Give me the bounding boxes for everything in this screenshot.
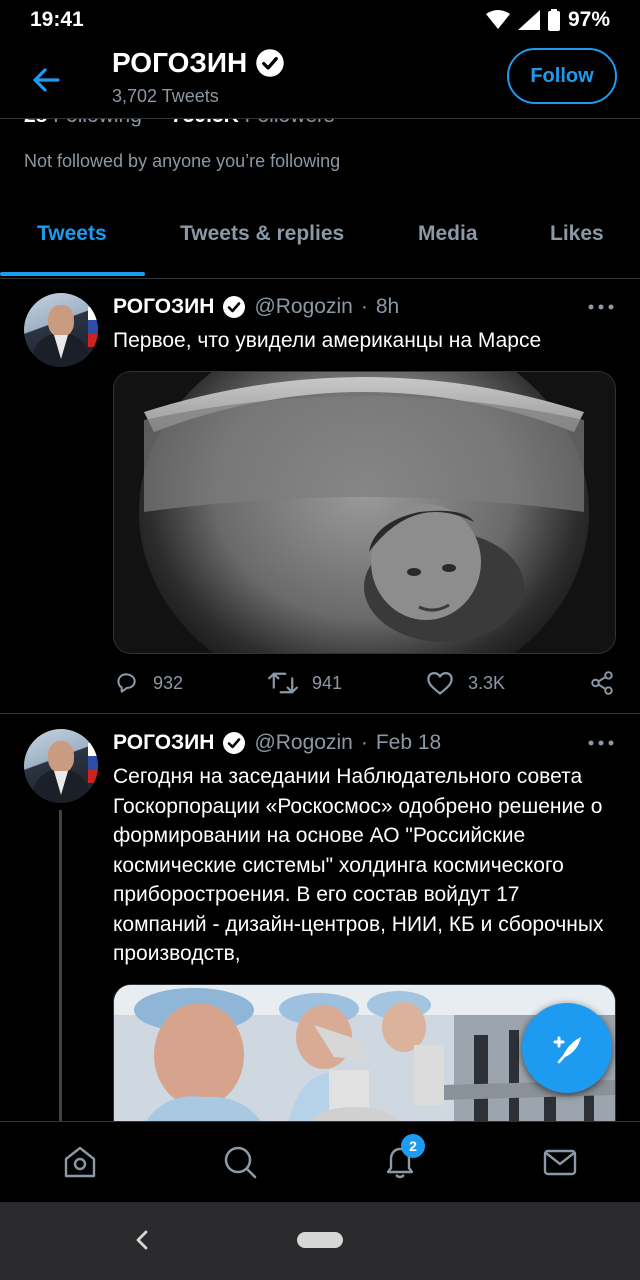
tweet-author-name[interactable]: РОГОЗИН bbox=[113, 295, 214, 319]
reply-count: 932 bbox=[153, 672, 184, 693]
tweet-actions: 932 941 3.3K bbox=[113, 670, 619, 700]
search-icon[interactable] bbox=[220, 1142, 260, 1182]
reply-button[interactable]: 932 bbox=[113, 670, 183, 696]
like-icon bbox=[427, 671, 453, 695]
reply-icon bbox=[117, 673, 136, 693]
system-navigation-bar bbox=[0, 1202, 640, 1280]
tweet-author-name[interactable]: РОГОЗИН bbox=[113, 731, 214, 755]
retweet-count: 941 bbox=[312, 672, 343, 693]
bottom-navigation: 2 bbox=[0, 1121, 640, 1202]
like-button[interactable]: 3.3K bbox=[426, 670, 505, 696]
profile-tabs: Tweets Tweets & replies Media Likes bbox=[0, 196, 640, 279]
tweet-text: Сегодня на заседании Наблюдательного сов… bbox=[113, 765, 604, 965]
share-icon bbox=[591, 671, 613, 695]
compose-icon bbox=[553, 1036, 581, 1064]
compose-tweet-button[interactable] bbox=[522, 1003, 612, 1093]
verified-badge-icon bbox=[223, 296, 246, 318]
tweet[interactable]: РОГОЗИН @Rogozin · 8h Первое, что увидел… bbox=[0, 278, 640, 714]
status-time: 19:41 bbox=[30, 8, 84, 31]
verified-badge-icon bbox=[256, 49, 285, 77]
messages-icon[interactable] bbox=[540, 1142, 580, 1182]
tweet-handle[interactable]: @Rogozin bbox=[254, 731, 352, 755]
tweet-text: Первое, что увидели американцы на Марсе bbox=[113, 329, 542, 352]
back-arrow-icon[interactable] bbox=[28, 62, 64, 98]
wifi-icon bbox=[485, 10, 510, 29]
follow-button[interactable]: Follow bbox=[507, 48, 617, 104]
mars-photo bbox=[114, 372, 615, 653]
like-count: 3.3K bbox=[468, 672, 506, 693]
cellular-signal-icon bbox=[517, 10, 540, 30]
profile-header: РОГОЗИН 3,702 Tweets Follow bbox=[0, 40, 640, 119]
profile-name: РОГОЗИН bbox=[112, 47, 248, 78]
more-icon[interactable] bbox=[588, 740, 614, 746]
battery-icon bbox=[547, 9, 560, 31]
avatar[interactable] bbox=[24, 293, 98, 367]
battery-percent: 97% bbox=[567, 8, 610, 31]
tweet-time[interactable]: 8h bbox=[376, 295, 399, 319]
notifications-badge: 2 bbox=[401, 1134, 425, 1158]
active-tab-indicator bbox=[0, 272, 145, 276]
tab-media[interactable]: Media bbox=[418, 222, 478, 246]
home-icon[interactable] bbox=[60, 1142, 100, 1182]
meta-separator: · bbox=[360, 295, 368, 318]
thread-line bbox=[59, 810, 62, 1124]
retweet-icon bbox=[268, 672, 298, 694]
verified-badge-icon bbox=[223, 732, 246, 754]
tab-tweets[interactable]: Tweets bbox=[37, 222, 107, 246]
tweet-count: 3,702 Tweets bbox=[112, 86, 219, 106]
not-followed-note: Not followed by anyone you’re following bbox=[24, 151, 341, 171]
system-back-icon[interactable] bbox=[130, 1226, 154, 1254]
system-home-handle[interactable] bbox=[297, 1232, 343, 1248]
avatar[interactable] bbox=[24, 729, 98, 803]
status-bar: 19:41 97% bbox=[0, 0, 640, 40]
tweet-time[interactable]: Feb 18 bbox=[376, 731, 441, 755]
retweet-button[interactable]: 941 bbox=[268, 670, 342, 696]
tweet-handle[interactable]: @Rogozin bbox=[254, 295, 352, 319]
more-icon[interactable] bbox=[588, 304, 614, 310]
tab-tweets-replies[interactable]: Tweets & replies bbox=[180, 222, 344, 246]
tab-likes[interactable]: Likes bbox=[550, 222, 604, 246]
share-button[interactable] bbox=[589, 670, 615, 696]
meta-separator: · bbox=[360, 731, 368, 754]
tweet-image[interactable] bbox=[113, 371, 616, 654]
